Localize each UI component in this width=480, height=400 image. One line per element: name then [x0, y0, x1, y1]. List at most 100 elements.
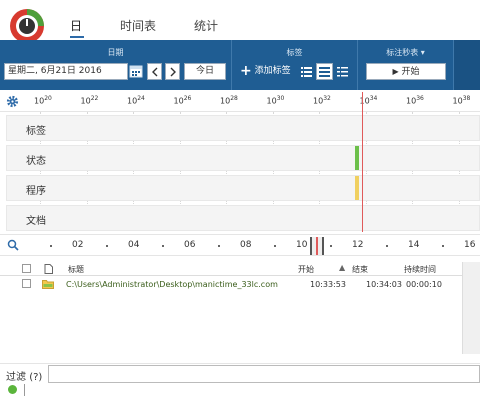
overview-minor-tick: [330, 245, 332, 247]
detail-list-icon: [319, 67, 330, 77]
top-tab-bar: 日 时间表 统计: [0, 0, 480, 43]
tick-minute: 36: [416, 95, 424, 102]
tab-timeline[interactable]: 时间表: [120, 17, 156, 34]
row-start: 10:33:53: [310, 280, 346, 289]
tags-section-title: 标签: [286, 48, 303, 57]
date-section: 日期 星期二, 6月21日 2016 今日: [0, 40, 232, 90]
timeline-tick: 1020: [34, 95, 52, 106]
overview-tick: 02: [72, 240, 84, 250]
tick-hour: 10: [173, 96, 184, 106]
sort-ascending-icon: ▲: [339, 263, 346, 272]
tick-hour: 10: [34, 96, 45, 106]
tick-minute: 28: [230, 95, 238, 102]
tick-minute: 22: [90, 95, 99, 102]
overview-minor-tick: [442, 245, 444, 247]
tick-minute: 20: [44, 95, 52, 102]
applications-row-label: 程序: [26, 186, 46, 197]
tags-row-label: 标签: [26, 126, 46, 137]
date-picker-field[interactable]: 星期二, 6月21日 2016: [4, 63, 128, 80]
current-time-line: [362, 92, 363, 232]
overview-tick: 04: [128, 240, 140, 250]
table-scrollbar[interactable]: [462, 262, 480, 354]
tags-row[interactable]: 标签: [6, 115, 480, 141]
add-tag-button[interactable]: + 添加标签: [240, 63, 291, 80]
filter-input[interactable]: [48, 365, 480, 383]
overview-minor-tick: [218, 245, 220, 247]
compact-view-icon[interactable]: [336, 65, 349, 78]
caret-down-icon: ▾: [420, 48, 425, 57]
start-label: 开始: [401, 67, 420, 77]
column-title[interactable]: 标题: [68, 264, 84, 275]
search-icon[interactable]: [7, 239, 19, 251]
overview-tick: 16: [464, 240, 476, 250]
overview-selection-marker: [316, 237, 318, 255]
filter-label: 过滤 (?): [6, 368, 42, 383]
application-activity-bar[interactable]: [355, 176, 359, 200]
tick-hour: 10: [406, 96, 417, 106]
tick-hour: 10: [452, 96, 463, 106]
overview-minor-tick: [386, 245, 388, 247]
tick-hour: 10: [266, 96, 277, 106]
table-header: 标题 开始 ▲ 结束 持续时间: [0, 262, 462, 276]
status-row-label: 状态: [26, 156, 46, 167]
row-end: 10:34:03: [366, 280, 402, 289]
active-tab-indicator: [70, 36, 84, 38]
timeline-tick: 1028: [220, 95, 238, 106]
chevron-right-icon: [170, 67, 176, 77]
previous-day-button[interactable]: [147, 63, 162, 80]
document-icon: [44, 264, 53, 274]
timeline-tick: 1030: [267, 95, 285, 106]
tick-minute: 38: [462, 95, 471, 102]
plus-icon: +: [240, 63, 252, 79]
detail-view-button[interactable]: [316, 63, 333, 80]
timeline-header: 1020 1022 1024 1026 1028 1030 1032 1034 1036 1038: [0, 90, 480, 112]
overview-tick: 08: [240, 240, 252, 250]
row-duration: 00:00:10: [406, 280, 442, 289]
next-day-button[interactable]: [165, 63, 180, 80]
date-section-title: 日期: [107, 48, 124, 57]
column-duration[interactable]: 持续时间: [404, 264, 436, 275]
tick-hour: 10: [127, 96, 138, 106]
timeline-tick: 1024: [127, 95, 145, 106]
tick-minute: 34: [369, 95, 378, 102]
column-start[interactable]: 开始: [298, 264, 314, 275]
list-view-icon[interactable]: [300, 65, 313, 78]
filter-help-link[interactable]: (?): [29, 372, 42, 383]
overview-minor-tick: [106, 245, 108, 247]
status-row[interactable]: 状态: [6, 145, 480, 171]
tick-minute: 32: [323, 95, 331, 102]
today-button[interactable]: 今日: [184, 63, 226, 80]
status-activity-bar[interactable]: [355, 146, 359, 170]
stopwatch-section-dropdown[interactable]: 标注秒表 ▾: [358, 47, 453, 58]
column-end[interactable]: 结束: [352, 264, 368, 275]
timeline-tick: 1032: [313, 95, 331, 106]
timeline-tick: 1036: [406, 95, 424, 106]
status-separator: [24, 384, 25, 396]
calendar-icon[interactable]: [129, 64, 143, 78]
tick-hour: 10: [313, 96, 324, 106]
gear-icon[interactable]: [6, 95, 19, 108]
overview-tick: 12: [352, 240, 364, 250]
tags-section: 标签 + 添加标签: [232, 40, 358, 90]
tab-day[interactable]: 日: [70, 17, 82, 34]
overview-timeline[interactable]: 02 04 06 08 10 12 14 16: [0, 234, 480, 256]
table-row[interactable]: C:\Users\Administrator\Desktop\manictime…: [0, 277, 462, 292]
tick-minute: 26: [183, 95, 192, 102]
chevron-left-icon: [151, 67, 157, 77]
row-checkbox[interactable]: [22, 279, 31, 288]
tick-hour: 10: [80, 96, 91, 106]
add-tag-label: 添加标签: [254, 66, 291, 76]
stopwatch-section-title: 标注秒表: [386, 48, 419, 57]
tab-statistics[interactable]: 统计: [194, 17, 218, 34]
documents-row[interactable]: 文档: [6, 205, 480, 231]
tick-minute: 30: [276, 95, 285, 102]
applications-row[interactable]: 程序: [6, 175, 480, 201]
overview-selection-window[interactable]: [310, 237, 324, 255]
overview-minor-tick: [274, 245, 276, 247]
folder-icon: [42, 280, 54, 289]
overview-minor-tick: [50, 245, 52, 247]
select-all-checkbox[interactable]: [22, 264, 31, 273]
start-stopwatch-button[interactable]: ▶ 开始: [366, 63, 446, 80]
ribbon-toolbar: 日期 星期二, 6月21日 2016 今日 标签 + 添加标签 标注秒表 ▾ ▶…: [0, 40, 480, 90]
tick-hour: 10: [220, 96, 231, 106]
